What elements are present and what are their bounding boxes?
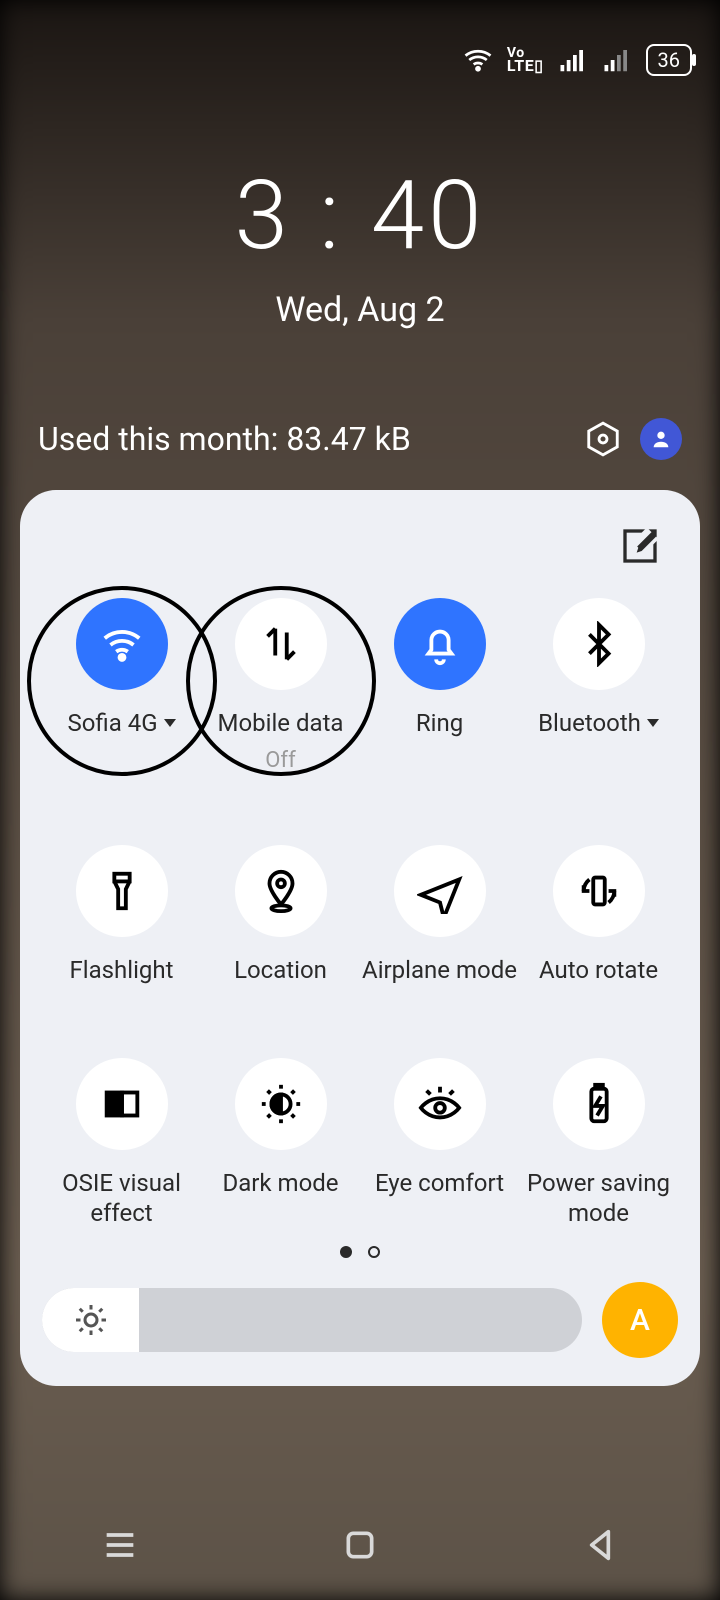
back-button[interactable] (580, 1525, 620, 1565)
battery-icon: 36 (646, 44, 692, 76)
eye-icon (394, 1058, 486, 1150)
location-icon (235, 845, 327, 937)
mobile-data-label: Mobile data (218, 708, 344, 738)
auto-brightness-button[interactable]: A (602, 1282, 678, 1358)
osie-label: OSIE visual effect (42, 1168, 201, 1228)
battery-saver-icon (553, 1058, 645, 1150)
auto-brightness-label: A (630, 1303, 650, 1338)
clock-date: Wed, Aug 2 (0, 290, 720, 330)
rotate-icon (553, 845, 645, 937)
edit-icon[interactable] (620, 526, 660, 566)
signal-1-icon (558, 45, 588, 75)
dark-mode-label: Dark mode (222, 1168, 338, 1198)
status-bar: VoLTE▯ 36 (0, 0, 720, 120)
airplane-tile[interactable]: Airplane mode (360, 845, 519, 997)
wifi-icon (463, 45, 493, 75)
wifi-tile[interactable]: Sofia 4G (42, 598, 201, 785)
mobile-data-icon (235, 598, 327, 690)
ring-tile[interactable]: Ring (360, 598, 519, 785)
sun-icon (73, 1302, 109, 1338)
airplane-label: Airplane mode (362, 955, 517, 985)
quick-settings-panel: Sofia 4G Mobile data Off Ring Bluetooth (20, 490, 700, 1386)
flashlight-icon (76, 845, 168, 937)
auto-rotate-tile[interactable]: Auto rotate (519, 845, 678, 997)
airplane-icon (394, 845, 486, 937)
settings-icon[interactable] (584, 420, 622, 458)
navigation-bar (0, 1490, 720, 1600)
user-avatar[interactable] (640, 418, 682, 460)
brightness-slider[interactable] (42, 1288, 582, 1352)
osie-icon (76, 1058, 168, 1150)
dark-mode-tile[interactable]: Dark mode (201, 1058, 360, 1240)
signal-2-icon (602, 45, 632, 75)
bluetooth-tile[interactable]: Bluetooth (519, 598, 678, 785)
battery-level: 36 (658, 48, 680, 72)
chevron-down-icon (647, 719, 659, 727)
flashlight-tile[interactable]: Flashlight (42, 845, 201, 997)
home-button[interactable] (340, 1525, 380, 1565)
location-label: Location (234, 955, 327, 985)
wifi-icon (76, 598, 168, 690)
volte-icon: VoLTE▯ (507, 47, 544, 74)
eye-comfort-tile[interactable]: Eye comfort (360, 1058, 519, 1240)
usage-row: Used this month: 83.47 kB (0, 418, 720, 460)
clock-time: 3 : 40 (0, 160, 720, 272)
power-saving-tile[interactable]: Power saving mode (519, 1058, 678, 1240)
clock-block: 3 : 40 Wed, Aug 2 (0, 160, 720, 330)
recents-button[interactable] (100, 1525, 140, 1565)
bluetooth-icon (553, 598, 645, 690)
chevron-down-icon (164, 719, 176, 727)
bluetooth-label: Bluetooth (538, 708, 641, 738)
power-saving-label: Power saving mode (519, 1168, 678, 1228)
auto-rotate-label: Auto rotate (539, 955, 658, 985)
location-tile[interactable]: Location (201, 845, 360, 997)
mobile-data-tile[interactable]: Mobile data Off (201, 598, 360, 785)
data-usage-text: Used this month: 83.47 kB (38, 420, 411, 458)
page-indicator (42, 1246, 678, 1258)
mobile-data-sublabel: Off (265, 748, 295, 773)
osie-tile[interactable]: OSIE visual effect (42, 1058, 201, 1240)
eye-comfort-label: Eye comfort (375, 1168, 504, 1198)
wifi-label: Sofia 4G (67, 708, 157, 738)
dark-mode-icon (235, 1058, 327, 1150)
ring-label: Ring (416, 708, 463, 738)
flashlight-label: Flashlight (70, 955, 174, 985)
bell-icon (394, 598, 486, 690)
